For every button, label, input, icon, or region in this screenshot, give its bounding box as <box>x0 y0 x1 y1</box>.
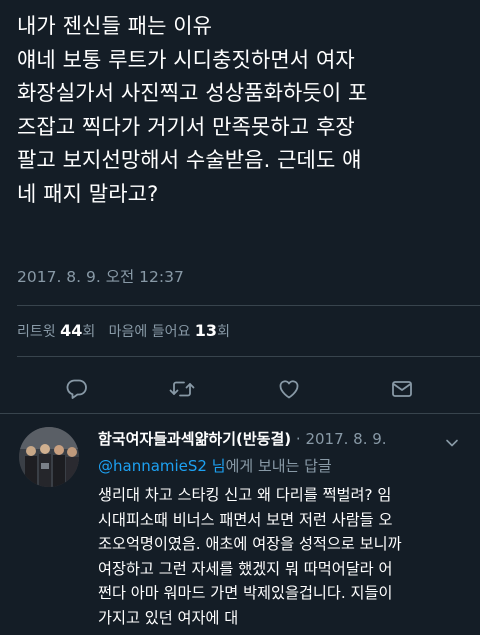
avatar[interactable] <box>19 427 79 487</box>
reply-header: 함국여자들과섹얆하기(반동결) · 2017. 8. 9. <box>98 428 387 449</box>
retweet-count: 44 <box>60 321 83 340</box>
reply-icon <box>66 379 87 399</box>
reply-menu-button[interactable] <box>445 433 459 452</box>
like-count: 13 <box>194 321 218 340</box>
mention-link[interactable]: @hannamieS2 님 <box>98 457 226 475</box>
reply-tweet[interactable]: 함국여자들과섹얆하기(반동결) · 2017. 8. 9. @hannamieS… <box>0 415 480 635</box>
mention-handle: @hannamieS2 <box>98 457 207 475</box>
tweet-timestamp[interactable]: 2017. 8. 9. 오전 12:37 <box>17 265 184 287</box>
reply-line: 조오억명이였음. 애초에 여장을 성적으로 보니까 <box>98 535 402 553</box>
like-unit: 회 <box>217 324 230 340</box>
direct-message-button[interactable] <box>385 372 419 406</box>
like-label: 마음에 들어요 <box>108 324 191 340</box>
reply-to-text: 에게 보내는 답글 <box>225 457 332 475</box>
mention-suffix: 님 <box>211 457 226 475</box>
reply-line: 쩐다 아마 워마드 가면 박제있을겁니다. 지들이 <box>98 584 393 602</box>
like-button[interactable] <box>272 372 306 406</box>
message-icon <box>392 381 412 397</box>
chevron-down-icon <box>446 439 458 447</box>
reply-line: 시대피소때 비너스 패면서 보면 저런 사람들 오 <box>98 510 393 529</box>
divider <box>0 413 480 414</box>
reply-to-line: @hannamieS2 님에게 보내는 답글 <box>98 455 332 476</box>
tweet-text: 내가 젠신들 패는 이유 얘네 보통 루트가 시디충짓하면서 여자 화장실가서 … <box>17 10 467 211</box>
retweet-icon <box>169 381 195 397</box>
tweet-line: 팔고 보지선망해서 수술받음. 근데도 얘 <box>17 148 362 172</box>
tweet-stats: 리트윗 44회 마음에 들어요 13회 <box>17 321 230 341</box>
reply-button[interactable] <box>60 372 94 406</box>
retweet-button[interactable] <box>165 372 199 406</box>
retweet-stat[interactable]: 리트윗 44회 <box>17 321 96 340</box>
tweet-line: 화장실가서 사진찍고 성상품화하듯이 포 <box>17 81 368 105</box>
reply-text: 생리대 차고 스타킹 신고 왜 다리를 쩍벌려? 임 시대피소때 비너스 패면서… <box>98 483 470 630</box>
tweet-line: 얘네 보통 루트가 시디충짓하면서 여자 <box>17 47 355 72</box>
reply-line: 생리대 차고 스타킹 신고 왜 다리를 쩍벌려? 임 <box>98 486 392 504</box>
avatar-group-photo <box>19 427 79 487</box>
tweet-line: 내가 젠신들 패는 이유 <box>17 14 213 38</box>
retweet-label: 리트윗 <box>17 324 56 340</box>
reply-line: 가지고 있던 여자에 대 <box>98 608 239 627</box>
action-bar <box>0 372 480 406</box>
tweet-line: 즈잡고 찍다가 거기서 만족못하고 후장 <box>17 114 355 139</box>
reply-author-name[interactable]: 함국여자들과섹얆하기(반동결) <box>98 430 291 448</box>
reply-line: 여장하고 그런 자세를 했겠지 뭐 따먹어달라 어 <box>98 559 393 578</box>
tweet-line: 네 패지 말라고? <box>17 181 159 206</box>
retweet-unit: 회 <box>82 324 96 340</box>
reply-date[interactable]: · 2017. 8. 9. <box>296 430 387 448</box>
divider <box>17 305 480 306</box>
divider <box>17 356 480 357</box>
like-stat[interactable]: 마음에 들어요 13회 <box>108 321 230 340</box>
like-icon <box>279 380 299 399</box>
